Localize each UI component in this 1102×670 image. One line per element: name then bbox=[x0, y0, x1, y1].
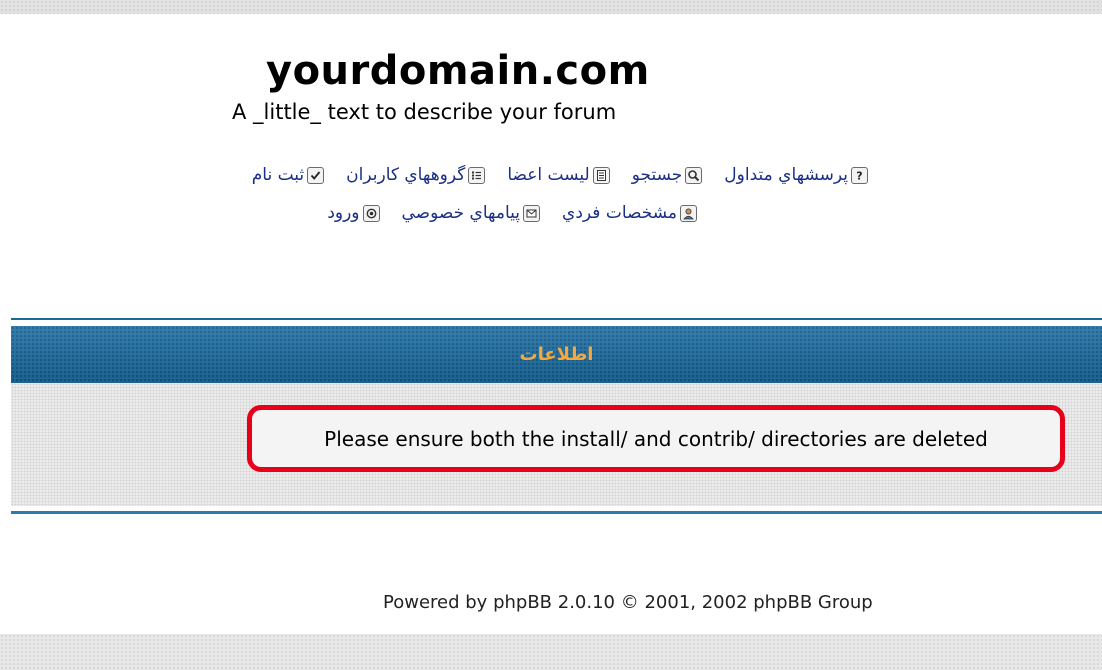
top-border-strip bbox=[0, 0, 1102, 14]
nav-label-profile: مشخصات فردي bbox=[562, 203, 677, 223]
nav-link-faq[interactable]: ? پرسشهاي متداول bbox=[724, 165, 868, 185]
nav-link-login[interactable]: ورود bbox=[327, 203, 380, 223]
nav-link-register[interactable]: ثبت نام bbox=[251, 165, 325, 185]
nav-label-faq: پرسشهاي متداول bbox=[724, 165, 848, 185]
nav-label-private-messages: پيامهاي خصوصي bbox=[401, 203, 521, 223]
panel-top-border bbox=[11, 318, 1102, 320]
nav-row-secondary: مشخصات فردي پيامهاي خصوصي ورود bbox=[327, 203, 697, 223]
nav-label-memberlist: ليست اعضا bbox=[507, 165, 590, 185]
site-description: A _little_ text to describe your forum bbox=[232, 100, 617, 124]
highlighted-message-box: Please ensure both the install/ and cont… bbox=[247, 405, 1065, 472]
information-panel: اطلاعات Please ensure both the install/ … bbox=[11, 318, 1102, 514]
footer-credits: Powered by phpBB 2.0.10 © 2001, 2002 php… bbox=[383, 592, 873, 613]
nav-label-search: جستجو bbox=[631, 165, 683, 185]
nav-row-primary: ? پرسشهاي متداول جستجو ليست اعضا گروههاي… bbox=[252, 165, 868, 185]
nav-link-usergroups[interactable]: گروههاي كاربران bbox=[346, 165, 486, 185]
panel-header: اطلاعات bbox=[11, 326, 1102, 383]
usergroups-icon bbox=[468, 166, 486, 184]
footer-suffix: © 2001, 2002 phpBB Group bbox=[620, 592, 873, 613]
phpbb-link[interactable]: phpBB 2.0.10 bbox=[493, 592, 615, 613]
panel-title: اطلاعات bbox=[519, 344, 594, 365]
nav-label-usergroups: گروههاي كاربران bbox=[346, 165, 466, 185]
nav-link-memberlist[interactable]: ليست اعضا bbox=[507, 165, 610, 185]
search-magnifier-icon bbox=[685, 166, 703, 184]
site-title[interactable]: yourdomain.com bbox=[266, 48, 650, 94]
member-list-icon bbox=[592, 166, 610, 184]
footer-prefix: Powered by bbox=[383, 592, 488, 613]
help-question-icon: ? bbox=[851, 166, 868, 184]
panel-body: Please ensure both the install/ and cont… bbox=[11, 383, 1102, 506]
nav-label-register: ثبت نام bbox=[251, 165, 305, 185]
profile-person-icon bbox=[680, 204, 697, 222]
bottom-border-strip bbox=[0, 634, 1102, 670]
nav-link-search[interactable]: جستجو bbox=[632, 165, 703, 185]
login-icon bbox=[362, 204, 380, 222]
panel-bottom-border bbox=[11, 511, 1102, 514]
private-messages-icon bbox=[523, 204, 541, 222]
nav-link-private-messages[interactable]: پيامهاي خصوصي bbox=[402, 203, 541, 223]
svg-text:?: ? bbox=[856, 169, 862, 182]
register-checkbox-icon bbox=[307, 166, 325, 184]
nav-link-profile[interactable]: مشخصات فردي bbox=[562, 203, 697, 223]
install-warning-message: Please ensure both the install/ and cont… bbox=[324, 426, 988, 451]
nav-label-login: ورود bbox=[327, 203, 360, 223]
